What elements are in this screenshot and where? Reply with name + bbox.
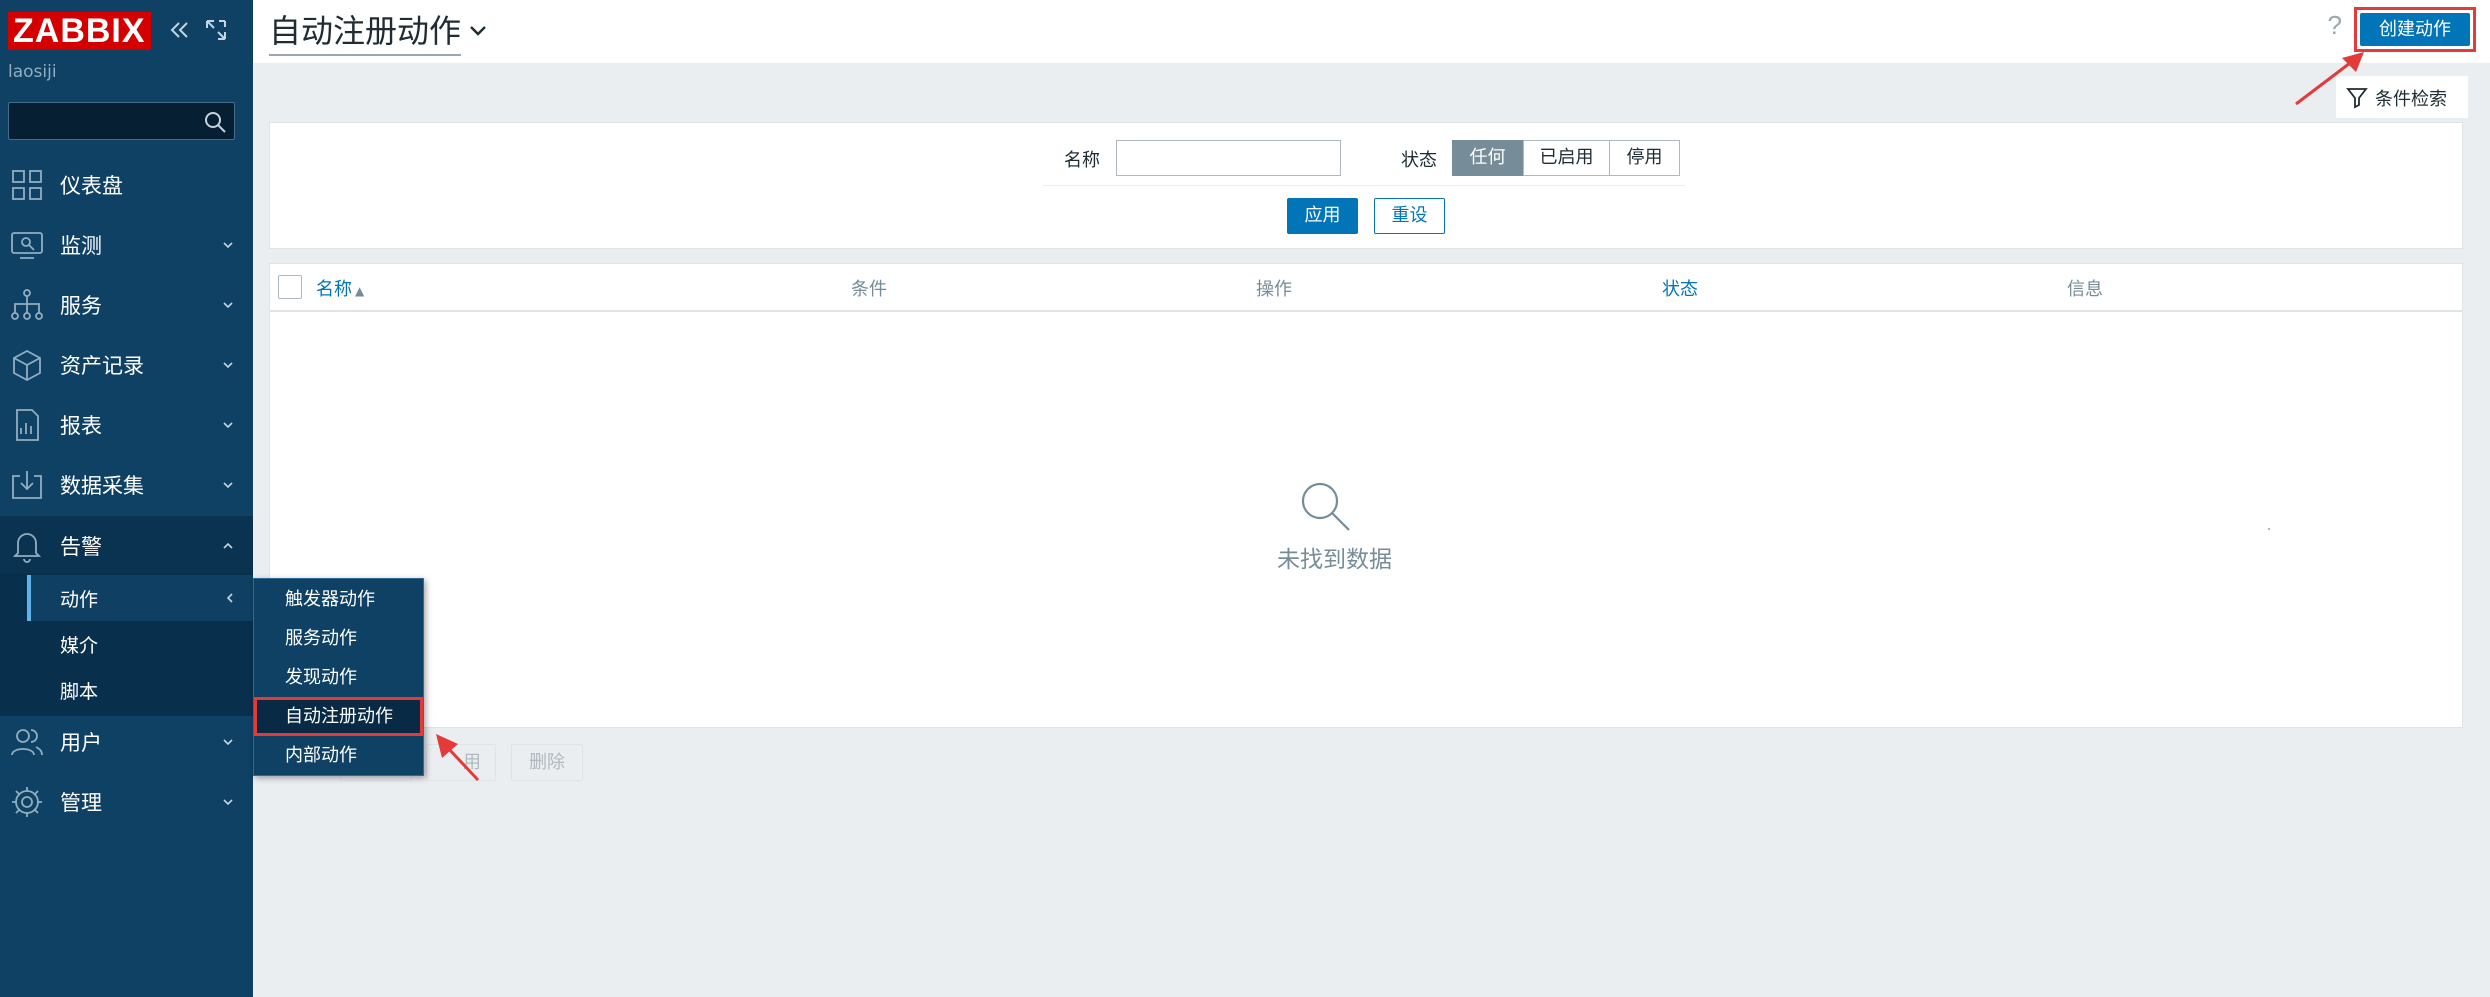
- reports-icon: [16, 409, 39, 441]
- column-operations: 操作: [1256, 279, 1292, 300]
- name-filter-label: 名称: [1064, 150, 1100, 171]
- status-option-disabled[interactable]: 停用: [1609, 140, 1680, 176]
- table-header: 名称 ▲ 条件 操作 状态 信息: [270, 264, 2462, 312]
- logo[interactable]: ZABBIX: [8, 11, 151, 51]
- sidebar-item-label: 服务: [60, 294, 102, 318]
- filter-tab[interactable]: 条件检索: [2336, 76, 2468, 118]
- column-name[interactable]: 名称 ▲: [316, 275, 364, 301]
- column-conditions: 条件: [851, 279, 887, 300]
- empty-state-message: 未找到数据: [1277, 547, 1392, 573]
- bell-icon: [12, 533, 42, 563]
- submenu-item-label: 动作: [60, 588, 99, 611]
- submenu-item-actions[interactable]: 动作: [27, 575, 253, 621]
- sort-ascending-icon: ▲: [355, 284, 365, 298]
- sidebar-item-label: 告警: [60, 535, 102, 559]
- username: laosiji: [8, 62, 57, 82]
- sidebar-item-inventory[interactable]: 资产记录: [0, 335, 253, 395]
- flyout-item-autoregistration-actions[interactable]: 自动注册动作: [254, 697, 423, 736]
- sidebar-item-alerts[interactable]: 告警: [0, 516, 253, 576]
- filter-panel: 名称 状态 任何 已启用 停用 应用 重设: [269, 122, 2463, 249]
- page-header: 自动注册动作 ? 创建动作: [253, 0, 2490, 63]
- sidebar-item-label: 报表: [60, 414, 102, 438]
- flyout-item-internal-actions[interactable]: 内部动作: [254, 736, 423, 775]
- sidebar-item-label: 数据采集: [60, 474, 144, 498]
- submenu-item-label: 脚本: [60, 680, 99, 703]
- monitoring-icon: [11, 232, 43, 259]
- status-option-enabled[interactable]: 已启用: [1523, 140, 1610, 176]
- gear-icon: [12, 787, 42, 817]
- flyout-item-discovery-actions[interactable]: 发现动作: [254, 658, 423, 697]
- submenu-item-label: 媒介: [60, 634, 99, 657]
- expand-icon[interactable]: [203, 17, 229, 43]
- actions-table: 名称 ▲ 条件 操作 状态 信息 未找到数据: [269, 263, 2463, 728]
- sidebar-item-label: 资产记录: [60, 354, 144, 378]
- divider: [2268, 528, 2270, 530]
- column-status[interactable]: 状态: [1662, 275, 1698, 301]
- dashboard-icon: [12, 170, 42, 200]
- chevron-down-icon: [223, 362, 233, 369]
- zabbix-logo[interactable]: ZABBIX: [8, 12, 151, 50]
- submenu-item-media[interactable]: 媒介: [27, 621, 253, 667]
- column-name-label: 名称: [316, 279, 352, 300]
- data-collection-icon: [12, 471, 42, 499]
- chevron-down-icon: [223, 739, 233, 746]
- sidebar-search-input[interactable]: [8, 102, 235, 140]
- sidebar-item-users[interactable]: 用户: [0, 712, 253, 772]
- flyout-item-trigger-actions[interactable]: 触发器动作: [254, 580, 423, 619]
- sidebar-item-services[interactable]: 服务: [0, 275, 253, 335]
- inventory-icon: [13, 349, 41, 382]
- chevron-left-icon: [226, 593, 233, 603]
- sidebar-item-administration[interactable]: 管理: [0, 772, 253, 832]
- apply-button[interactable]: 应用: [1287, 198, 1358, 234]
- sidebar-item-reports[interactable]: 报表: [0, 395, 253, 455]
- sidebar: ZABBIX laosiji 仪表盘 监测 服务 资产记录 报表 数据采集 告警…: [0, 0, 253, 997]
- sidebar-item-label: 仪表盘: [60, 174, 123, 198]
- search-icon: [1301, 482, 1350, 531]
- filter-divider: [1043, 185, 1685, 186]
- actions-flyout-menu: 触发器动作 服务动作 发现动作 自动注册动作 内部动作: [253, 578, 424, 776]
- column-info: 信息: [2067, 279, 2103, 300]
- services-icon: [11, 289, 43, 320]
- flyout-item-service-actions[interactable]: 服务动作: [254, 619, 423, 658]
- sidebar-item-label: 用户: [60, 731, 102, 755]
- select-all-checkbox[interactable]: [278, 275, 302, 299]
- mass-disable-button[interactable]: 用: [426, 744, 496, 781]
- sidebar-item-dashboard[interactable]: 仪表盘: [0, 155, 253, 215]
- submenu-item-scripts[interactable]: 脚本: [27, 667, 253, 713]
- filter-tab-label: 条件检索: [2375, 89, 2447, 110]
- chevron-up-icon: [223, 542, 233, 549]
- create-action-button-highlight: 创建动作: [2354, 7, 2476, 52]
- chevron-down-icon: [223, 242, 233, 249]
- double-chevron-left-icon[interactable]: [167, 17, 193, 43]
- filter-icon: [2346, 88, 2368, 109]
- alerts-submenu: 动作 媒介 脚本: [0, 573, 253, 716]
- status-filter-label: 状态: [1401, 150, 1437, 171]
- chevron-down-icon[interactable]: [467, 20, 489, 42]
- help-icon[interactable]: ?: [2328, 10, 2342, 41]
- sidebar-item-data-collection[interactable]: 数据采集: [0, 455, 253, 515]
- chevron-down-icon: [223, 302, 233, 309]
- reset-button[interactable]: 重设: [1374, 198, 1445, 234]
- users-icon: [11, 729, 43, 756]
- search-icon[interactable]: [202, 109, 228, 135]
- sidebar-item-label: 监测: [60, 234, 102, 258]
- create-action-button[interactable]: 创建动作: [2360, 13, 2470, 46]
- status-option-any[interactable]: 任何: [1452, 140, 1523, 176]
- name-filter-input[interactable]: [1116, 140, 1341, 176]
- page-title[interactable]: 自动注册动作: [269, 6, 462, 56]
- chevron-down-icon: [223, 482, 233, 489]
- chevron-down-icon: [223, 799, 233, 806]
- chevron-down-icon: [223, 422, 233, 429]
- mass-delete-button[interactable]: 删除: [511, 744, 583, 781]
- sidebar-item-monitoring[interactable]: 监测: [0, 215, 253, 275]
- sidebar-item-label: 管理: [60, 791, 102, 815]
